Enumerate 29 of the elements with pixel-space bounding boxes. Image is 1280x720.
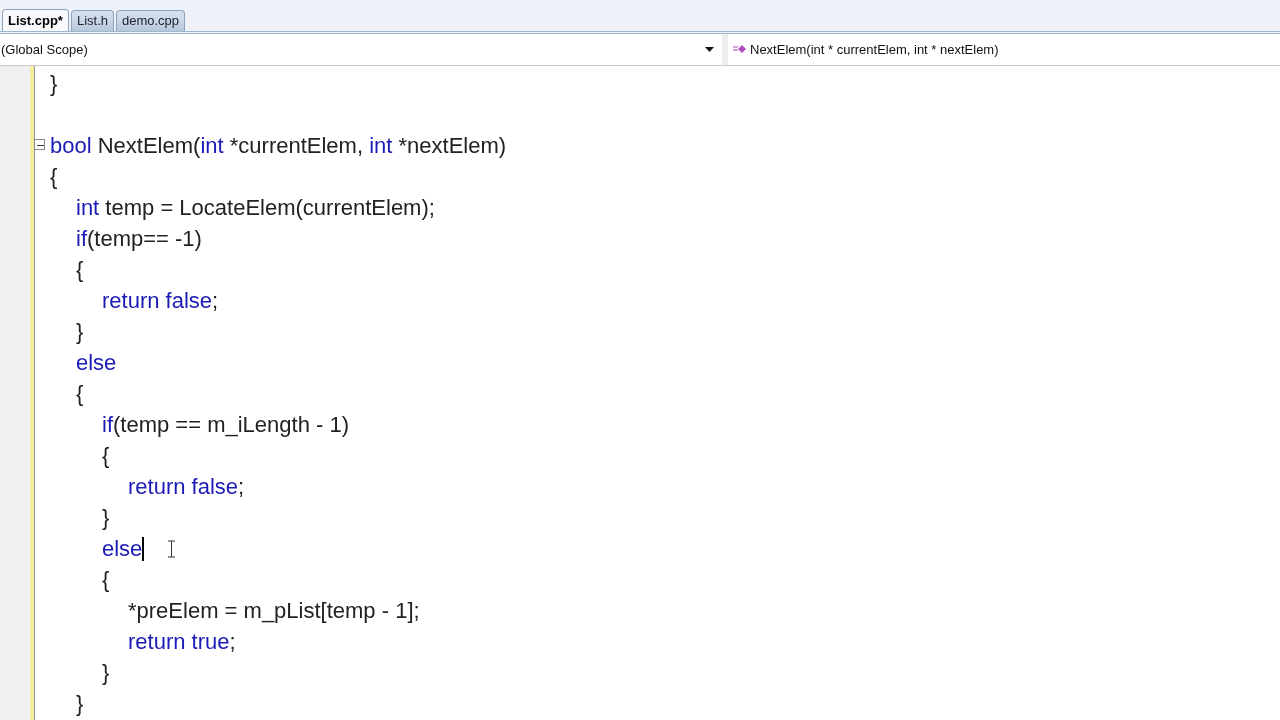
method-icon [733, 43, 747, 56]
code-line: else [76, 349, 117, 377]
ibeam-cursor-icon [166, 539, 176, 558]
member-value: NextElem(int * currentElem, int * nextElem) [750, 40, 999, 59]
code-line: return false; [128, 473, 245, 501]
code-line: { [76, 380, 84, 408]
code-line: { [102, 442, 110, 470]
code-line: if(temp== -1) [76, 225, 202, 253]
code-line: return false; [102, 287, 219, 315]
code-line: { [50, 163, 58, 191]
code-line: { [102, 566, 110, 594]
code-line: } [50, 70, 58, 98]
code-line: { [76, 256, 84, 284]
file-tab[interactable]: demo.cpp [116, 10, 186, 31]
dropdown-caret-icon[interactable] [705, 47, 714, 52]
collapse-icon[interactable] [34, 139, 45, 150]
code-line: return true; [128, 628, 236, 656]
code-line: bool NextElem(int *currentElem, int *nextElem) [50, 132, 507, 160]
code-line: } [102, 659, 110, 687]
code-line: if(temp == m_iLength - 1) [102, 411, 349, 439]
code-line: int temp = LocateElem(currentElem); [76, 194, 435, 222]
code-line: *preElem = m_pList[temp - 1]; [128, 597, 420, 625]
file-tab[interactable]: List.h [70, 10, 114, 31]
code-line: } [76, 318, 84, 346]
file-tab[interactable]: List.cpp* [2, 9, 69, 31]
scope-value: (Global Scope) [1, 40, 88, 59]
code-line: } [102, 504, 110, 532]
code-line: else [102, 535, 143, 563]
code-line: } [76, 690, 84, 718]
